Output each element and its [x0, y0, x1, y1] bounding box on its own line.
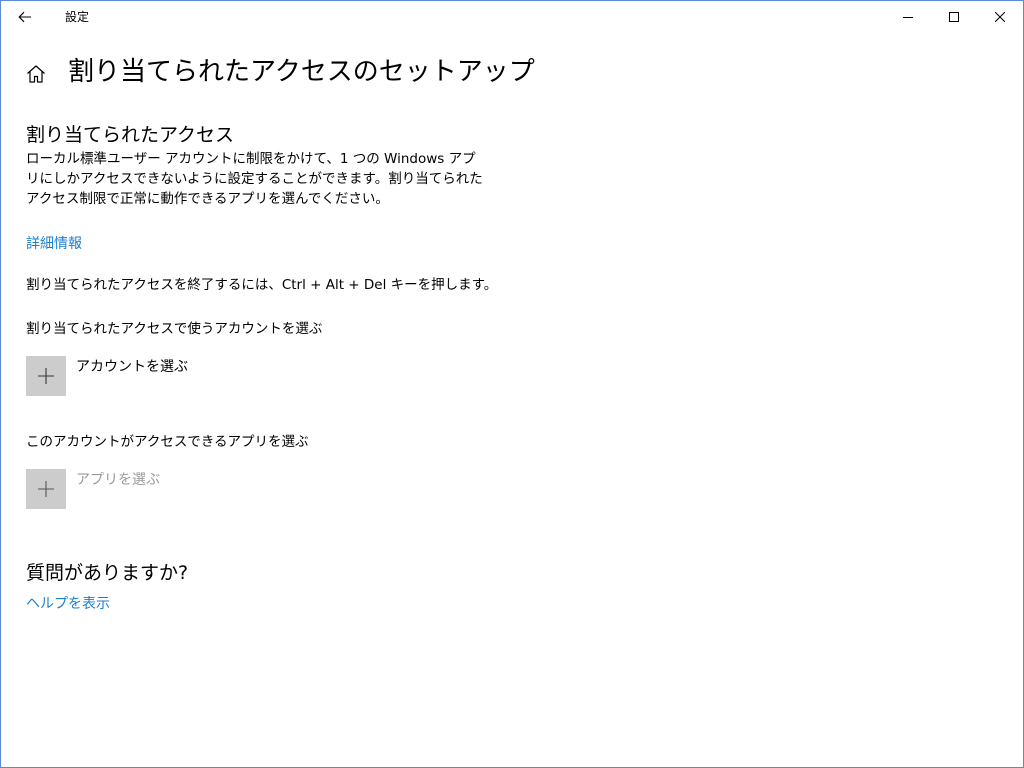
- close-button[interactable]: [977, 1, 1023, 33]
- minimize-icon: [903, 17, 913, 18]
- app-title: 設定: [65, 10, 90, 24]
- choose-account-label: アカウントを選ぶ: [76, 359, 188, 375]
- settings-window: 設定 割り当てられたアクセスのセットアップ 割り当てられたアクセス ローカル標準…: [0, 0, 1024, 768]
- maximize-button[interactable]: [931, 1, 977, 33]
- choose-app-button[interactable]: アプリを選ぶ: [26, 469, 160, 509]
- plus-icon: [38, 481, 54, 497]
- assigned-access-description: ローカル標準ユーザー アカウントに制限をかけて、1 つの Windows アプリ…: [26, 151, 483, 207]
- learn-more-link[interactable]: 詳細情報: [26, 234, 82, 254]
- choose-app-tile: [26, 469, 66, 509]
- assigned-access-heading: 割り当てられたアクセス: [26, 124, 235, 146]
- exit-info-text: 割り当てられたアクセスを終了するには、Ctrl + Alt + Del キーを押…: [26, 277, 498, 293]
- back-arrow-icon: [18, 11, 31, 23]
- home-icon: [27, 65, 45, 83]
- title-bar: 設定: [1, 1, 1023, 33]
- back-button[interactable]: [1, 1, 49, 33]
- plus-icon: [38, 368, 54, 384]
- minimize-button[interactable]: [885, 1, 931, 33]
- account-section-label: 割り当てられたアクセスで使うアカウントを選ぶ: [26, 321, 323, 337]
- choose-app-label: アプリを選ぶ: [76, 472, 160, 488]
- choose-account-tile: [26, 356, 66, 396]
- get-help-link[interactable]: ヘルプを表示: [26, 594, 110, 614]
- maximize-icon: [949, 12, 959, 22]
- close-icon: [995, 12, 1005, 22]
- app-section-label: このアカウントがアクセスできるアプリを選ぶ: [26, 434, 309, 450]
- choose-account-button[interactable]: アカウントを選ぶ: [26, 356, 188, 396]
- question-heading: 質問がありますか?: [26, 562, 189, 584]
- page-title: 割り当てられたアクセスのセットアップ: [68, 57, 535, 87]
- home-button[interactable]: [25, 63, 47, 85]
